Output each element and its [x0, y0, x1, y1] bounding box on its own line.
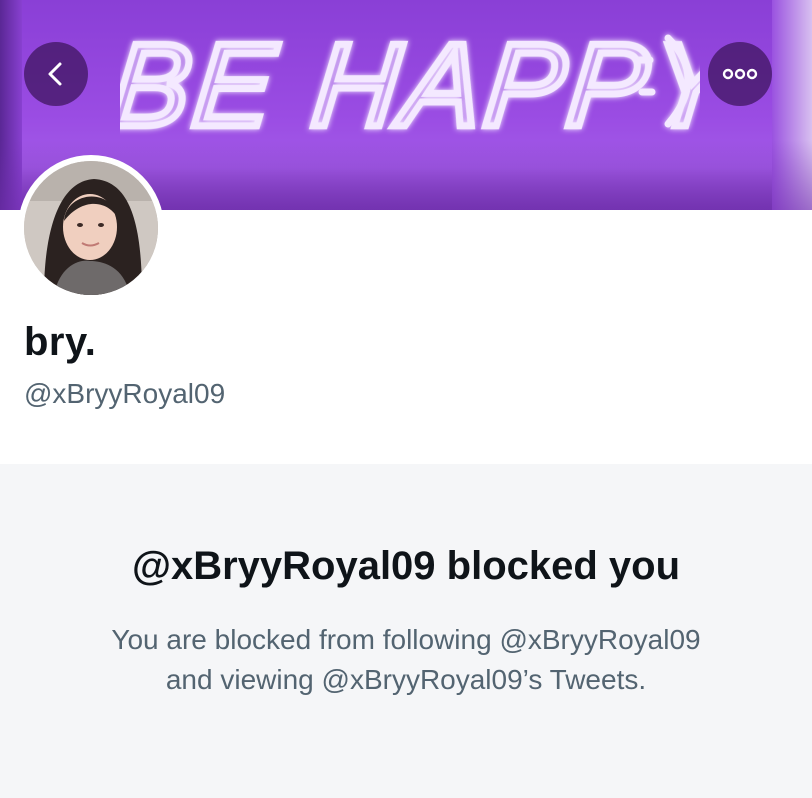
chevron-left-icon: [48, 62, 62, 86]
blocked-notice: @xBryyRoyal09 blocked you You are blocke…: [0, 464, 812, 798]
blocked-description-line-1: You are blocked from following @xBryyRoy…: [111, 624, 701, 655]
more-horizontal-icon: [722, 68, 758, 80]
neon-sign-be-happy: BE HAPPY: [120, 17, 700, 148]
blocked-description-line-2: and viewing @xBryyRoyal09’s Tweets.: [165, 664, 647, 695]
more-options-button[interactable]: [708, 42, 772, 106]
blocked-description: You are blocked from following @xBryyRoy…: [0, 620, 812, 700]
avatar-photo: [24, 161, 158, 295]
back-button[interactable]: [24, 42, 88, 106]
person-photo-icon: [24, 161, 158, 295]
avatar[interactable]: [18, 155, 164, 301]
profile-display-name: bry.: [24, 320, 97, 364]
profile-handle: @xBryyRoyal09: [24, 378, 226, 409]
neon-text: BE HAPPY: [120, 20, 700, 148]
blocked-title: @xBryyRoyal09 blocked you: [131, 544, 681, 588]
